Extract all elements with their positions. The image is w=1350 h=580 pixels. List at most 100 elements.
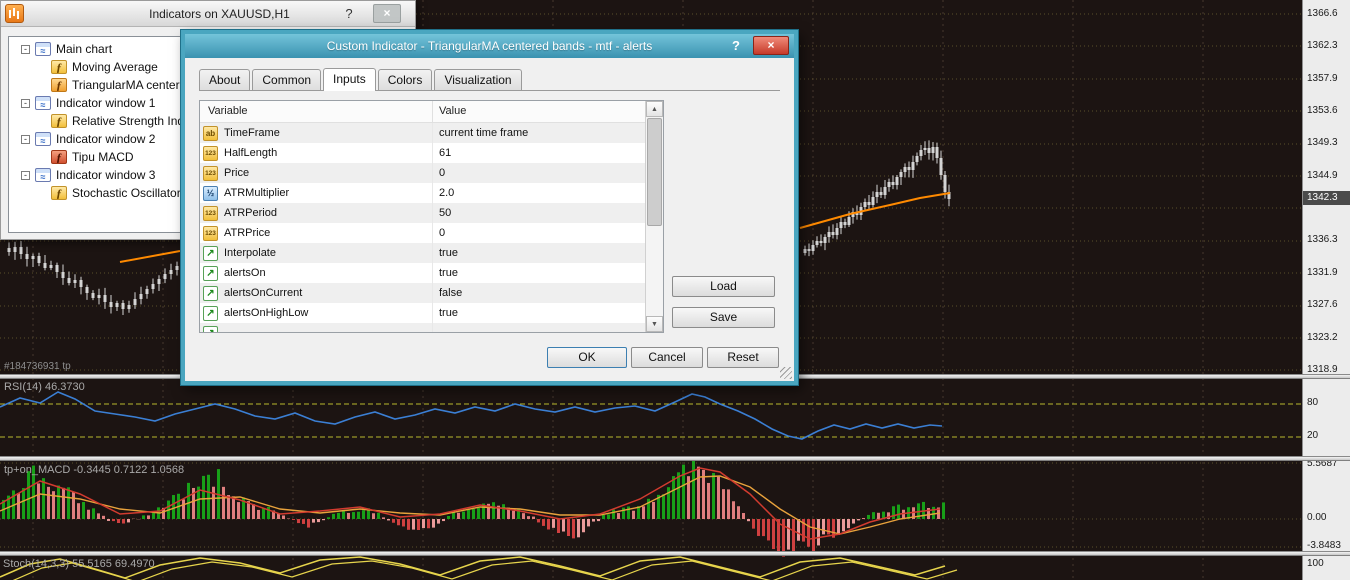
load-button[interactable]: Load xyxy=(672,276,775,297)
macd-axis-label: -3.8483 xyxy=(1307,540,1341,551)
ok-button[interactable]: OK xyxy=(547,347,627,368)
tree-item-label: TriangularMA centered xyxy=(72,78,193,92)
param-value[interactable]: true xyxy=(433,307,663,319)
price-axis-label: 1349.3 xyxy=(1307,137,1338,148)
custom-indicator-dialog: Custom Indicator - TriangularMA centered… xyxy=(181,30,798,385)
param-value[interactable]: 0 xyxy=(433,227,663,239)
collapse-icon[interactable] xyxy=(21,44,30,54)
rsi-axis-label: 20 xyxy=(1307,430,1319,441)
param-value[interactable]: true xyxy=(433,267,663,279)
stoch-axis-label: 100 xyxy=(1307,558,1324,569)
param-row-price[interactable]: Price 0 xyxy=(200,163,663,183)
scroll-down-icon[interactable]: ▼ xyxy=(646,316,663,332)
param-name: alertsOn xyxy=(224,267,266,279)
tab-colors[interactable]: Colors xyxy=(377,69,433,90)
macd-axis-label: 0.00 xyxy=(1307,512,1327,523)
tree-item-label: Moving Average xyxy=(72,60,158,74)
indicator-fx-icon xyxy=(51,78,67,92)
indicator-fx-icon xyxy=(51,186,67,200)
tree-item-label: Main chart xyxy=(56,42,113,56)
param-value[interactable]: 2.0 xyxy=(433,187,663,199)
param-name: Interpolate xyxy=(224,247,276,259)
tree-item-label: Indicator window 2 xyxy=(56,132,156,146)
param-row-interpolate[interactable]: Interpolate true xyxy=(200,243,663,263)
chart-app-icon xyxy=(5,4,24,23)
custom-indicator-titlebar[interactable]: Custom Indicator - TriangularMA centered… xyxy=(185,34,794,58)
indicator-fx-icon xyxy=(51,114,67,128)
price-axis[interactable] xyxy=(1302,0,1350,580)
param-row-atrprice[interactable]: ATRPrice 0 xyxy=(200,223,663,243)
help-icon[interactable]: ? xyxy=(726,36,746,55)
param-name: HalfLength xyxy=(224,147,278,159)
scrollbar-thumb[interactable] xyxy=(647,118,662,226)
tree-item-label: Indicator window 3 xyxy=(56,168,156,182)
param-value[interactable]: 50 xyxy=(433,207,663,219)
price-axis-label: 1327.6 xyxy=(1307,299,1338,310)
param-row-halflength[interactable]: HalfLength 61 xyxy=(200,143,663,163)
inputs-table-header: Variable Value xyxy=(200,101,663,123)
trading-terminal: 1366.6 1362.3 1357.9 1353.6 1349.3 1344.… xyxy=(0,0,1350,580)
save-button[interactable]: Save xyxy=(672,307,775,328)
custom-indicator-title: Custom Indicator - TriangularMA centered… xyxy=(326,39,653,53)
param-row-alertson[interactable]: alertsOn true xyxy=(200,263,663,283)
param-value[interactable]: 61 xyxy=(433,147,663,159)
cancel-button[interactable]: Cancel xyxy=(631,347,703,368)
bool-type-icon xyxy=(203,305,218,321)
price-axis-label: 1366.6 xyxy=(1307,8,1338,19)
price-axis-label: 1336.3 xyxy=(1307,234,1338,245)
param-row-timeframe[interactable]: TimeFrame current time frame xyxy=(200,123,663,143)
param-row-alertsoncurrent[interactable]: alertsOnCurrent false xyxy=(200,283,663,303)
indicators-dialog-titlebar[interactable]: Indicators on XAUUSD,H1 ? × xyxy=(1,1,415,27)
param-name: TimeFrame xyxy=(224,127,280,139)
column-header-value: Value xyxy=(439,105,467,117)
resize-grip[interactable] xyxy=(780,367,792,379)
close-icon[interactable]: × xyxy=(373,4,401,23)
param-name: Price xyxy=(224,167,250,179)
integer-type-icon xyxy=(203,165,218,181)
tree-item-label: Stochastic Oscillator xyxy=(72,186,181,200)
param-row-atrmultiplier[interactable]: ATRMultiplier 2.0 xyxy=(200,183,663,203)
collapse-icon[interactable] xyxy=(21,170,30,180)
price-axis-label: 1323.2 xyxy=(1307,332,1338,343)
param-name: ATRPrice xyxy=(224,227,271,239)
tab-common[interactable]: Common xyxy=(252,69,322,90)
chart-window-icon xyxy=(35,96,51,110)
rsi-indicator-label: RSI(14) 46.3730 xyxy=(4,381,85,393)
tab-inputs[interactable]: Inputs xyxy=(323,68,376,91)
price-axis-label: 1362.3 xyxy=(1307,40,1338,51)
tab-about[interactable]: About xyxy=(199,69,251,90)
window-separator[interactable] xyxy=(0,551,1350,556)
tree-item-label: Tipu MACD xyxy=(72,150,134,164)
bool-type-icon xyxy=(203,285,218,301)
param-value[interactable]: false xyxy=(433,287,663,299)
collapse-icon[interactable] xyxy=(21,98,30,108)
param-row-alertsonhighlow[interactable]: alertsOnHighLow true xyxy=(200,303,663,323)
help-icon[interactable]: ? xyxy=(339,4,359,23)
bool-type-icon xyxy=(203,325,218,332)
current-price-tag: 1342.3 xyxy=(1303,191,1350,205)
indicator-fx-icon xyxy=(51,60,67,74)
param-value[interactable]: true xyxy=(433,247,663,259)
tab-bar: About Common Inputs Colors Visualization xyxy=(199,66,780,91)
close-icon[interactable]: × xyxy=(753,36,789,55)
tree-item-label: Indicator window 1 xyxy=(56,96,156,110)
reset-button[interactable]: Reset xyxy=(707,347,779,368)
price-axis-label: 1331.9 xyxy=(1307,267,1338,278)
indicator-fx-icon xyxy=(51,150,67,164)
table-scrollbar[interactable]: ▲ ▼ xyxy=(645,101,663,332)
param-value[interactable]: 0 xyxy=(433,167,663,179)
param-row-partial[interactable] xyxy=(200,323,663,332)
scroll-up-icon[interactable]: ▲ xyxy=(646,101,663,117)
stoch-indicator-label: Stoch(14,3,3) 55.5165 69.4970 xyxy=(3,558,155,570)
integer-type-icon xyxy=(203,205,218,221)
order-label: #184736931 tp xyxy=(4,361,71,372)
collapse-icon[interactable] xyxy=(21,134,30,144)
param-value[interactable]: current time frame xyxy=(433,127,663,139)
param-row-atrperiod[interactable]: ATRPeriod 50 xyxy=(200,203,663,223)
integer-type-icon xyxy=(203,145,218,161)
tab-visualization[interactable]: Visualization xyxy=(434,69,522,90)
price-axis-label: 1353.6 xyxy=(1307,105,1338,116)
string-type-icon xyxy=(203,125,218,141)
price-axis-label: 1357.9 xyxy=(1307,73,1338,84)
window-separator[interactable] xyxy=(0,456,1350,461)
